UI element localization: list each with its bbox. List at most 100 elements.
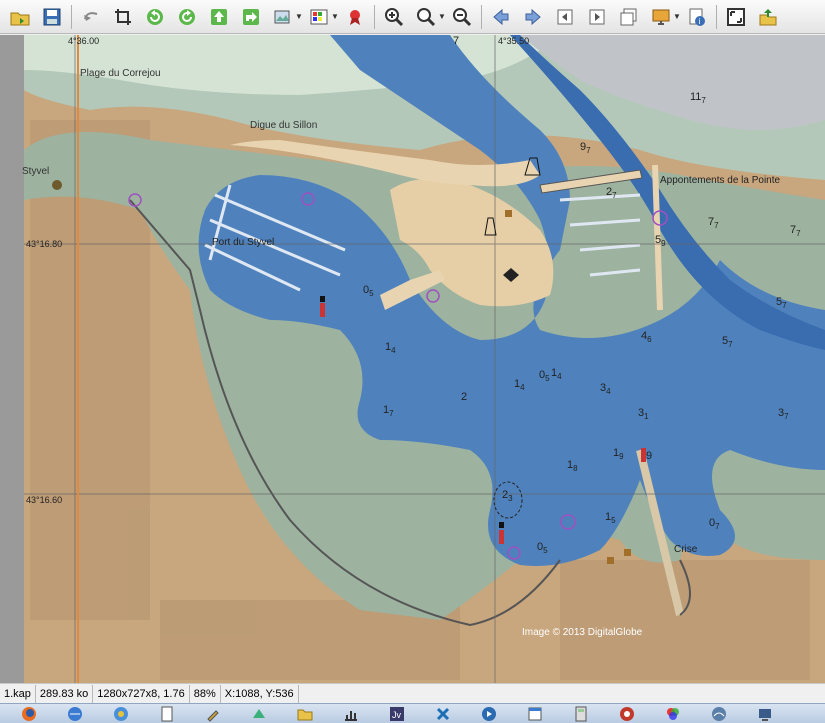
java-icon: Jv — [390, 706, 404, 721]
folder-icon — [297, 709, 313, 720]
image-settings-button[interactable] — [270, 4, 296, 30]
image-credit: Image © 2013 DigitalGlobe — [522, 627, 643, 638]
back-button[interactable] — [488, 4, 514, 30]
next-page-icon — [589, 9, 605, 24]
nautical-chart-view[interactable]: 4°36.00 4°35.50 43°16.80 43°16.60 Plage … — [0, 35, 825, 683]
dropdown-arrow-icon[interactable]: ▼ — [438, 4, 446, 30]
info-button[interactable]: i — [684, 4, 710, 30]
landmark-marker — [52, 180, 62, 190]
pages-icon — [620, 8, 637, 25]
taskbar-system[interactable] — [753, 705, 777, 723]
taskbar-security[interactable] — [615, 705, 639, 723]
rotate-left-button[interactable] — [142, 4, 168, 30]
system-icon — [759, 708, 771, 721]
slideshow-button[interactable] — [648, 4, 674, 30]
status-filesize: 289.83 ko — [36, 684, 94, 703]
save-icon — [43, 8, 61, 25]
network-icon — [712, 706, 726, 721]
upload-button[interactable] — [206, 4, 232, 30]
image-settings-icon — [274, 10, 290, 23]
crop-button[interactable] — [110, 4, 136, 30]
place-port: Port du Styvel — [212, 237, 274, 248]
prev-page-button[interactable] — [552, 4, 578, 30]
place-styvel: Styvel — [22, 166, 49, 177]
taskbar-media[interactable] — [477, 705, 501, 723]
open-folder-button[interactable] — [7, 4, 33, 30]
status-dimensions: 1280x727x8, 1.76 — [93, 684, 190, 703]
back-arrow-icon — [493, 8, 509, 25]
slideshow-icon — [652, 9, 670, 25]
redo-button[interactable] — [238, 4, 264, 30]
taskbar-ie[interactable] — [109, 705, 133, 723]
status-cursor: X:1088, Y:536 — [221, 684, 299, 703]
fullscreen-icon — [727, 7, 745, 26]
forward-arrow-icon — [525, 8, 541, 25]
security-icon — [620, 706, 634, 721]
zoom-options-icon — [417, 7, 436, 26]
colors-icon — [667, 707, 679, 720]
explorer-icon — [68, 706, 82, 721]
undo-button[interactable] — [78, 4, 104, 30]
left-margin — [0, 35, 24, 683]
rotate-left-icon — [147, 8, 163, 25]
calculator-icon — [575, 706, 587, 721]
taskbar-folder[interactable] — [293, 705, 317, 723]
toolbar-separator — [374, 4, 375, 29]
dropdown-arrow-icon[interactable]: ▼ — [295, 4, 303, 30]
palette-button[interactable] — [306, 4, 332, 30]
media-icon — [482, 706, 496, 721]
fullscreen-button[interactable] — [723, 4, 749, 30]
lon-label-2: 4°35.50 — [498, 36, 529, 46]
sounding-s19: 2 — [461, 391, 467, 403]
taskbar: Jv — [0, 703, 825, 723]
taskbar-pen[interactable] — [201, 705, 225, 723]
dropdown-arrow-icon[interactable]: ▼ — [331, 4, 339, 30]
status-zoom: 88% — [190, 684, 221, 703]
paint-icon — [253, 708, 265, 718]
ribbon-icon — [350, 9, 360, 25]
export-button[interactable] — [755, 4, 781, 30]
crop-icon — [115, 8, 131, 25]
document-icon — [161, 706, 173, 721]
firefox-icon — [22, 706, 36, 721]
info-icon: i — [689, 8, 705, 26]
zoom-out-button[interactable] — [449, 4, 475, 30]
ie-icon — [114, 706, 128, 721]
sounding-s22: 9 — [646, 450, 652, 462]
palette-icon — [310, 9, 328, 24]
taskbar-chart[interactable] — [339, 705, 363, 723]
place-digue: Digue du Sillon — [250, 120, 317, 131]
taskbar-colors[interactable] — [661, 705, 685, 723]
forward-button[interactable] — [520, 4, 546, 30]
next-page-button[interactable] — [584, 4, 610, 30]
zoom-in-button[interactable] — [381, 4, 407, 30]
toolbar-separator — [716, 4, 717, 29]
save-button[interactable] — [39, 4, 65, 30]
taskbar-firefox[interactable] — [17, 705, 41, 723]
export-icon — [759, 8, 777, 25]
rotate-right-button[interactable] — [174, 4, 200, 30]
tools-icon — [436, 707, 450, 720]
taskbar-java[interactable]: Jv — [385, 705, 409, 723]
taskbar-explorer[interactable] — [63, 705, 87, 723]
undo-icon — [84, 11, 98, 21]
zoom-options-button[interactable] — [413, 4, 439, 30]
toolbar-separator — [71, 4, 72, 29]
taskbar-paint[interactable] — [247, 705, 271, 723]
taskbar-tools[interactable] — [431, 705, 455, 723]
calendar-icon — [528, 707, 542, 720]
zoom-in-icon — [385, 7, 404, 26]
dropdown-arrow-icon[interactable]: ▼ — [673, 4, 681, 30]
place-plage: Plage du Correjou — [80, 68, 161, 79]
toolbar: ▼ ▼ ▼ ▼ i — [0, 0, 825, 34]
ribbon-button[interactable] — [342, 4, 368, 30]
taskbar-network[interactable] — [707, 705, 731, 723]
sounding-s27: 7 — [453, 35, 459, 47]
taskbar-document[interactable] — [155, 705, 179, 723]
pages-button[interactable] — [616, 4, 642, 30]
place-appontements: Appontements de la Pointe — [660, 175, 781, 186]
prev-page-icon — [557, 9, 573, 24]
lat-label-1: 43°16.80 — [26, 239, 62, 249]
taskbar-calculator[interactable] — [569, 705, 593, 723]
taskbar-calendar[interactable] — [523, 705, 547, 723]
